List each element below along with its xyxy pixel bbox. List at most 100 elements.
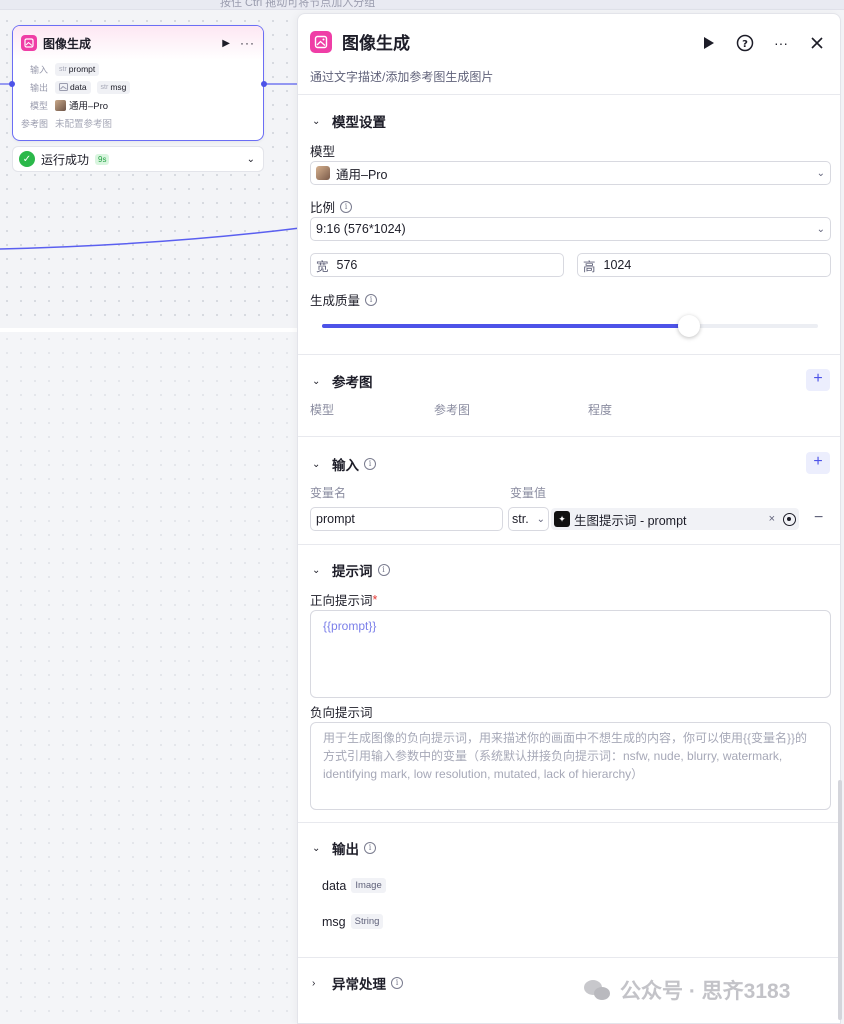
output-item: msg String <box>322 914 384 929</box>
info-icon[interactable]: i <box>365 293 378 306</box>
play-icon[interactable] <box>698 32 720 54</box>
section-title: 参考图 <box>332 375 373 390</box>
variable-name-input[interactable]: prompt <box>310 507 503 531</box>
panel-title: 图像生成 <box>342 34 410 53</box>
model-value: 通用–Pro <box>336 167 388 182</box>
input-col-value: 变量值 <box>510 486 547 500</box>
duration-badge: 9s <box>95 153 110 165</box>
node-model-value: 通用–Pro <box>69 101 109 112</box>
chevron-down-icon[interactable]: ⌄ <box>247 154 255 165</box>
section-header[interactable]: ⌄ 提示词 i <box>312 560 390 580</box>
panel-description: 通过文字描述/添加参考图生成图片 <box>310 70 494 84</box>
panel-actions: ? ··· <box>684 32 828 54</box>
image-generation-node[interactable]: 图像生成 ▶ ··· 输入 str prompt 输出 data str msg 模… <box>12 25 264 141</box>
remove-input-button[interactable]: − <box>814 509 823 527</box>
image-icon <box>21 35 37 51</box>
positive-prompt-input[interactable]: {{prompt}} <box>310 610 831 698</box>
svg-text:?: ? <box>742 39 748 50</box>
negative-prompt-input[interactable]: 用于生成图像的负向提示词，用来描述你的画面中不想生成的内容，你可以使用{{变量名… <box>310 722 831 810</box>
negative-prompt-label: 负向提示词 <box>310 706 373 720</box>
section-title: 输入 <box>332 458 359 473</box>
run-status-bar[interactable]: ✓ 运行成功 9s ⌄ <box>12 146 264 172</box>
info-icon[interactable]: i <box>364 458 376 470</box>
negative-prompt-placeholder: 用于生成图像的负向提示词，用来描述你的画面中不想生成的内容，你可以使用{{变量名… <box>323 731 808 781</box>
section-header[interactable]: › 异常处理 i <box>312 973 403 993</box>
quality-slider-fill <box>322 324 689 328</box>
model-label: 模型 <box>310 145 336 159</box>
output-type-badge: String <box>350 914 384 929</box>
section-title: 模型设置 <box>332 115 386 130</box>
info-icon[interactable]: i <box>391 977 403 989</box>
node-header: 图像生成 ▶ ··· <box>13 26 263 60</box>
section-header[interactable]: ⌄ 参考图 <box>312 371 373 391</box>
required-mark: * <box>372 592 378 607</box>
more-icon[interactable]: ··· <box>770 32 792 54</box>
play-icon[interactable]: ▶ <box>222 38 230 49</box>
info-icon[interactable]: i <box>364 842 376 854</box>
close-icon[interactable] <box>806 32 828 54</box>
variable-type-select[interactable]: str. ⌄ <box>508 507 549 531</box>
clear-icon[interactable]: × <box>769 513 775 525</box>
chevron-down-icon: ⌄ <box>536 513 545 525</box>
height-value: 1024 <box>603 258 632 272</box>
section-header[interactable]: ⌄ 输入 i <box>312 454 376 474</box>
variable-name-value: prompt <box>316 512 355 526</box>
node-row-key: 输出 <box>29 82 48 93</box>
panel-scrollbar[interactable] <box>838 780 842 1020</box>
height-prefix: 高 <box>583 259 596 274</box>
check-circle-icon: ✓ <box>19 151 35 167</box>
width-input[interactable]: 宽 576 <box>310 253 564 277</box>
model-avatar <box>316 166 330 180</box>
more-icon[interactable]: ··· <box>240 36 255 50</box>
quality-label: 生成质量 i <box>310 290 378 309</box>
node-output-row: 输出 data str msg <box>13 78 263 96</box>
input-col-name: 变量名 <box>310 486 347 500</box>
section-title: 异常处理 <box>332 977 386 992</box>
info-icon[interactable]: i <box>340 200 353 213</box>
ratio-label: 比例 i <box>310 197 353 216</box>
output-item: data Image <box>322 878 386 893</box>
variable-reference-value: 生图提示词 - prompt <box>574 513 687 528</box>
chevron-down-icon: ⌄ <box>816 223 825 235</box>
output-section: ⌄ 输出 i data Image msg String <box>298 822 840 957</box>
image-icon <box>310 30 332 53</box>
watermark: 公众号 · 思齐3183 <box>584 975 790 1005</box>
output-tag-msg: str msg <box>96 80 131 94</box>
canvas-lower-area[interactable] <box>0 332 300 1024</box>
quality-slider-handle[interactable] <box>678 315 700 337</box>
section-header[interactable]: ⌄ 模型设置 <box>312 111 386 131</box>
node-model-row: 模型 通用–Pro <box>13 96 263 114</box>
help-icon[interactable]: ? <box>734 32 756 54</box>
chevron-down-icon: ⌄ <box>312 564 321 576</box>
section-header[interactable]: ⌄ 输出 i <box>312 838 376 858</box>
node-input-port[interactable] <box>9 81 15 87</box>
add-input-button[interactable]: + <box>806 452 830 474</box>
node-row-key: 输入 <box>29 64 48 75</box>
chevron-down-icon: ⌄ <box>312 115 321 127</box>
node-row-key: 模型 <box>29 100 48 111</box>
chevron-down-icon: ⌄ <box>312 458 321 470</box>
output-name: msg <box>322 914 346 929</box>
reference-col-image: 参考图 <box>434 403 471 417</box>
status-text: 运行成功 <box>41 152 90 167</box>
node-output-port[interactable] <box>261 81 267 87</box>
section-title: 输出 <box>332 842 359 857</box>
output-type-badge: Image <box>351 878 386 893</box>
node-row-key: 参考图 <box>21 118 49 129</box>
node-config-panel: 图像生成 ? ··· 通过文字描述/添加参考图生成图片 ⌄ 模型设置 模型 通用… <box>297 13 841 1024</box>
quality-slider[interactable] <box>322 315 818 337</box>
panel-header: 图像生成 <box>310 29 410 54</box>
reference-section: ⌄ 参考图 + 模型 参考图 程度 <box>298 354 840 436</box>
ratio-select[interactable]: 9:16 (576*1024) ⌄ <box>310 217 831 241</box>
output-tag-data: data <box>55 80 91 94</box>
variable-type-value: str. <box>512 512 529 526</box>
info-icon[interactable]: i <box>377 564 390 576</box>
node-title: 图像生成 <box>43 36 92 51</box>
variable-reference[interactable]: ✦ 生图提示词 - prompt × <box>551 508 799 530</box>
node-reference-value: 未配置参考图 <box>55 119 113 130</box>
height-input[interactable]: 高 1024 <box>577 253 831 277</box>
chevron-down-icon: ⌄ <box>312 842 321 854</box>
target-icon[interactable] <box>783 512 796 526</box>
model-select[interactable]: 通用–Pro ⌄ <box>310 161 831 185</box>
add-reference-button[interactable]: + <box>806 369 830 391</box>
